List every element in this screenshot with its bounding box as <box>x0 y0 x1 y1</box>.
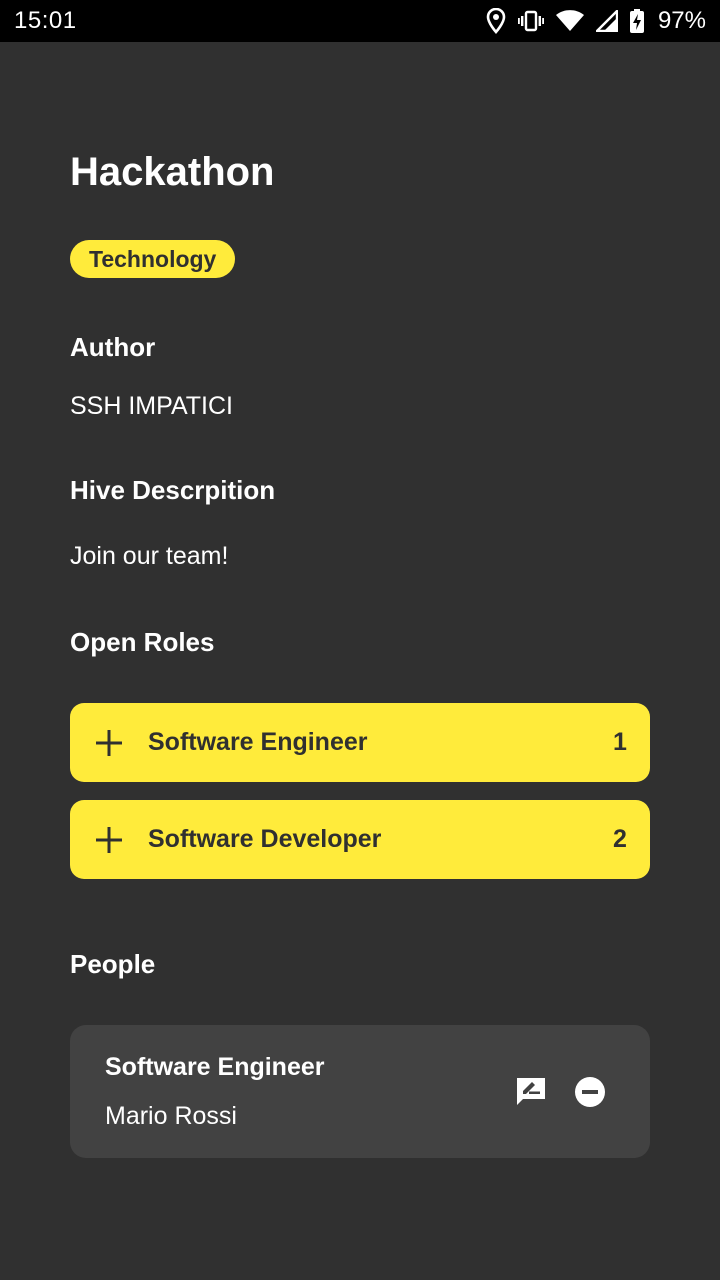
role-count: 1 <box>613 728 627 756</box>
role-count: 2 <box>613 825 627 853</box>
battery-charging-icon <box>629 9 644 33</box>
description-value: Join our team! <box>70 542 229 570</box>
page-title: Hackathon <box>70 150 275 194</box>
signal-icon <box>595 10 618 32</box>
author-label: Author <box>70 332 156 362</box>
remove-circle-icon[interactable] <box>573 1075 607 1109</box>
role-name: Software Engineer <box>148 728 368 756</box>
category-chip: Technology <box>70 240 236 278</box>
open-roles-label: Open Roles <box>70 627 215 657</box>
person-name: Mario Rossi <box>105 1102 237 1130</box>
role-name: Software Developer <box>148 825 382 853</box>
role-item-software-engineer[interactable]: Software Engineer 1 <box>70 703 650 782</box>
people-label: People <box>70 949 156 979</box>
author-value: SSH IMPATICI <box>70 392 233 420</box>
plus-icon <box>70 826 148 853</box>
person-card: Software Engineer Mario Rossi <box>70 1025 650 1158</box>
status-time: 15:01 <box>14 7 77 34</box>
description-label: Hive Descrpition <box>70 475 276 505</box>
person-role: Software Engineer <box>105 1053 325 1081</box>
vibrate-icon <box>517 10 544 32</box>
status-bar: 15:01 97% <box>0 0 720 42</box>
location-icon <box>486 8 506 34</box>
role-item-software-developer[interactable]: Software Developer 2 <box>70 800 650 879</box>
status-icons: 97% <box>486 7 706 35</box>
wifi-icon <box>555 10 584 32</box>
plus-icon <box>70 729 148 756</box>
battery-percentage: 97% <box>657 7 706 34</box>
chat-edit-icon[interactable] <box>514 1075 548 1109</box>
